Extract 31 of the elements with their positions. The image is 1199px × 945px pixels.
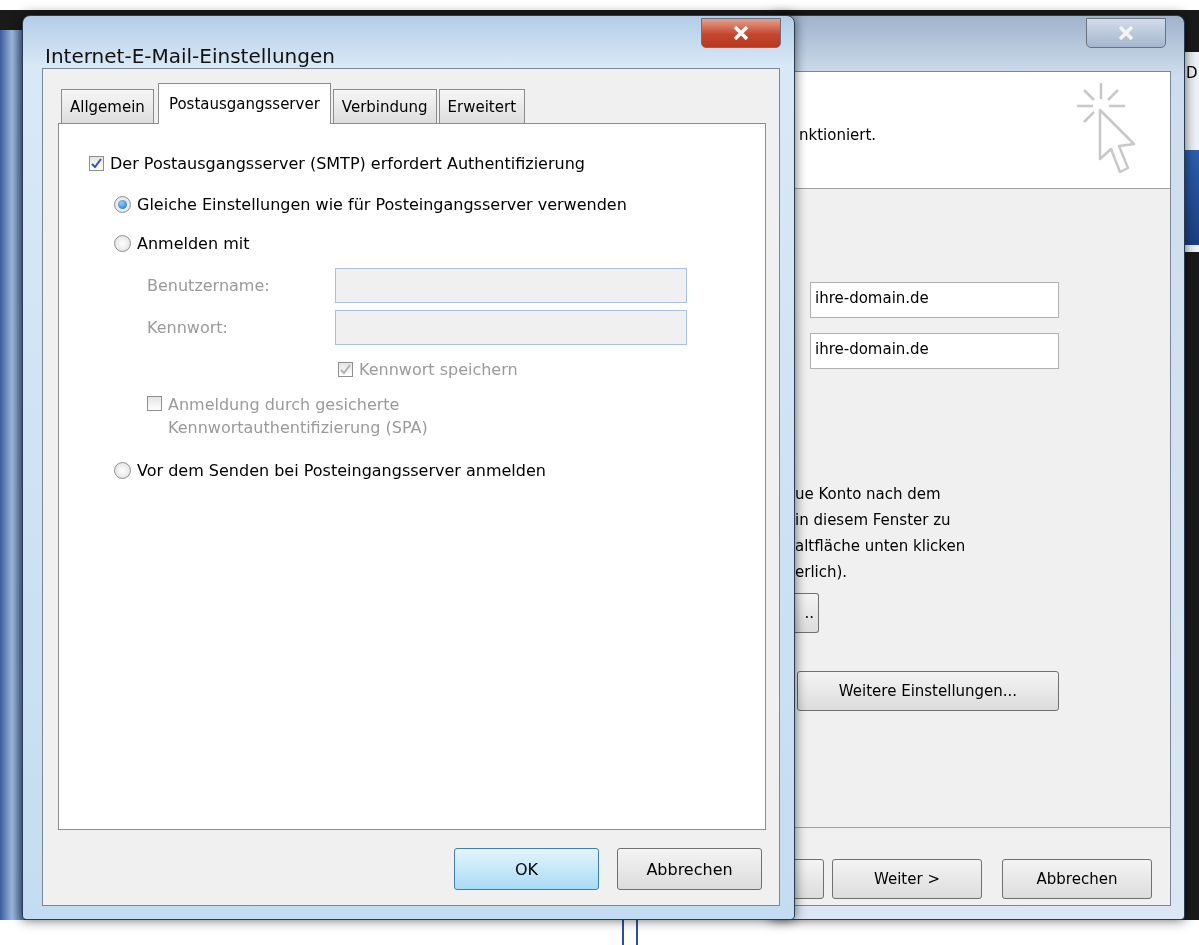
field-label: Benutzername: [147,276,271,295]
radio-button[interactable] [114,235,131,252]
text-field[interactable]: ihre-domain.de [810,282,1059,318]
radio-button[interactable] [114,462,131,479]
checkbox-label: Anmeldung durch gesicherte Kennwortauthentifizierung (SPA) [168,394,429,439]
next-button[interactable]: Weiter > [832,859,982,899]
tab[interactable]: Verbindung [332,89,437,123]
text-field[interactable]: ihre-domain.de [810,333,1059,369]
radio-label: Gleiche Einstellungen wie für Posteingangsserver verwenden [137,195,627,214]
close-button[interactable] [1086,18,1166,48]
radio-label: Vor dem Senden bei Posteingangsserver anmelden [137,461,546,480]
tab[interactable]: Postausgangsserver [157,83,331,124]
close-button[interactable] [701,18,781,48]
info-text: ue Konto nach dem in diesem Fenster zu altfläche unten klicken erlich). [795,484,966,583]
ok-button[interactable]: OK [454,848,599,890]
window-title: Internet-E-Mail-Einstellungen [45,44,335,68]
close-icon [733,26,749,40]
cancel-button[interactable]: Abbrechen [1002,859,1152,899]
header-text: nktioniert. [799,125,877,144]
radio-label: Anmelden mit [137,234,250,253]
checkbox[interactable] [89,156,104,171]
cancel-button[interactable]: Abbrechen [617,848,762,890]
radio-button[interactable] [114,196,131,213]
tab[interactable]: Allgemein [61,89,154,123]
desktop-label: D [1186,64,1198,82]
more-settings-button[interactable]: Weitere Einstellungen... [797,671,1059,711]
close-icon [1118,26,1134,40]
tab[interactable]: Erweitert [438,89,526,123]
checkbox-label: Kennwort speichern [359,360,518,379]
field-label: Kennwort: [147,318,229,337]
checkbox-label: Der Postausgangsserver (SMTP) erfordert Authentifizierung [110,154,585,173]
